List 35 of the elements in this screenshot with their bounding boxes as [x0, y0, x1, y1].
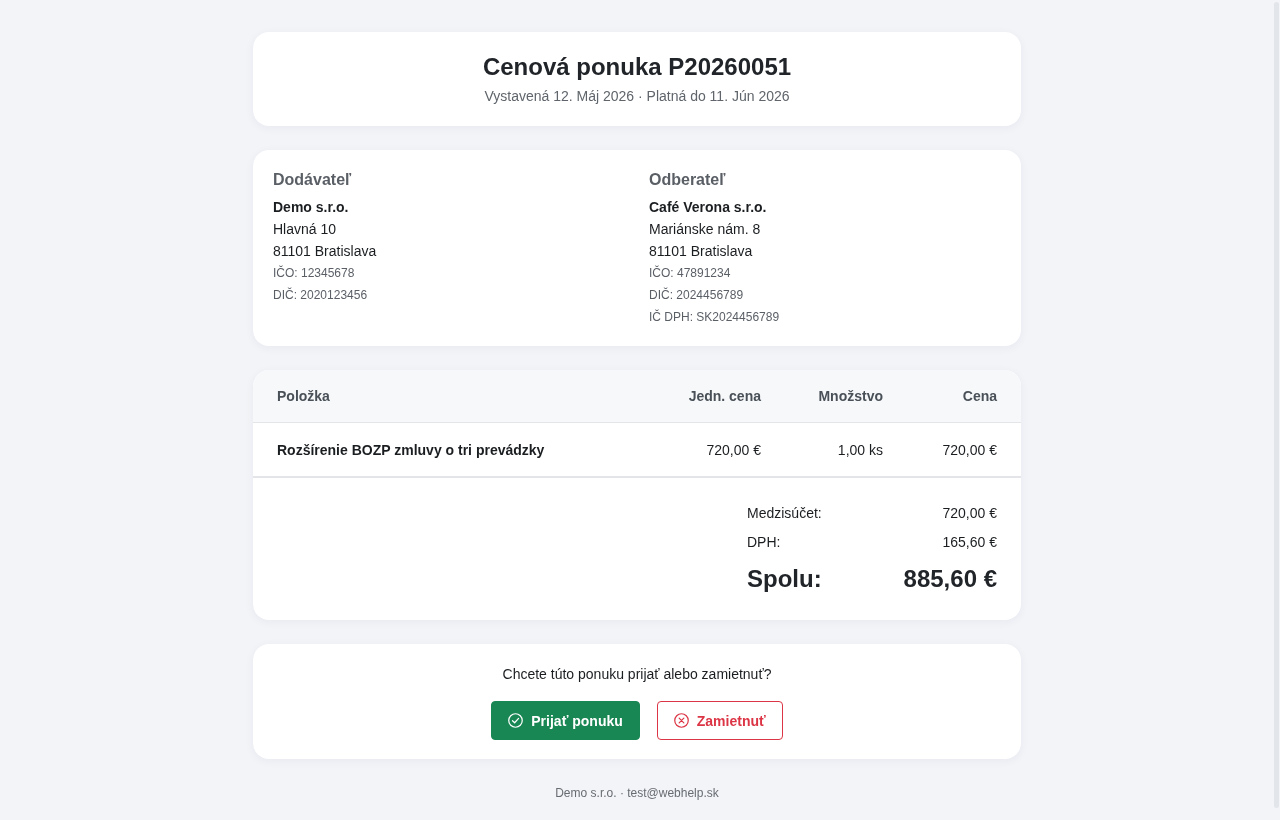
total-value: 720,00 €: [942, 504, 997, 523]
party-id-line: IČO: 47891234: [649, 264, 732, 282]
party-id-line: IČ DPH: SK2024456789: [649, 308, 781, 326]
decision-question: Chcete túto ponuku prijať alebo zamietnuť?: [502, 665, 772, 684]
party-id-line: IČO: 12345678: [273, 264, 356, 282]
quote-dates: Vystavená 12. Máj 2026 · Platná do 11. Jún 2026: [483, 87, 791, 106]
column-header: Cena: [961, 388, 997, 404]
party-heading: Odberateľ: [649, 170, 727, 190]
total-label: Spolu:: [747, 564, 822, 594]
party-heading: Dodávateľ: [273, 170, 353, 190]
column-header: Položka: [277, 388, 331, 404]
reject-button[interactable]: Zamietnuť: [656, 701, 783, 740]
accept-button[interactable]: Prijať ponuku: [491, 701, 640, 740]
x-circle-icon: [673, 713, 689, 728]
party-address-line: 81101 Bratislava: [649, 242, 754, 261]
party-name: Demo s.r.o.: [273, 198, 350, 217]
table-cell-text: 720,00 €: [705, 441, 761, 458]
column-header: Jedn. cena: [687, 388, 761, 404]
table-cell-text: 1,00 ks: [836, 441, 883, 458]
table-cell-text: Rozšírenie BOZP zmluvy o tri prevádzky: [277, 441, 546, 458]
column-header: Množstvo: [817, 388, 883, 404]
quote-title: Cenová ponuka P20260051: [481, 52, 793, 82]
total-label: DPH:: [747, 533, 781, 552]
total-value: 885,60 €: [903, 564, 997, 594]
table-cell-text: 720,00 €: [941, 441, 997, 458]
total-value: 165,60 €: [942, 533, 997, 552]
party-name: Café Verona s.r.o.: [649, 198, 768, 217]
party-id-line: DIČ: 2024456789: [649, 286, 745, 304]
footer-text: Demo s.r.o. · test@webhelp.sk: [555, 785, 719, 801]
check-circle-icon: [508, 713, 524, 728]
total-label: Medzisúčet:: [747, 504, 822, 523]
party-address-line: Mariánske nám. 8: [649, 220, 762, 239]
party-address-line: 81101 Bratislava: [273, 242, 378, 261]
party-address-line: Hlavná 10: [273, 220, 338, 239]
party-id-line: DIČ: 2020123456: [273, 286, 369, 304]
